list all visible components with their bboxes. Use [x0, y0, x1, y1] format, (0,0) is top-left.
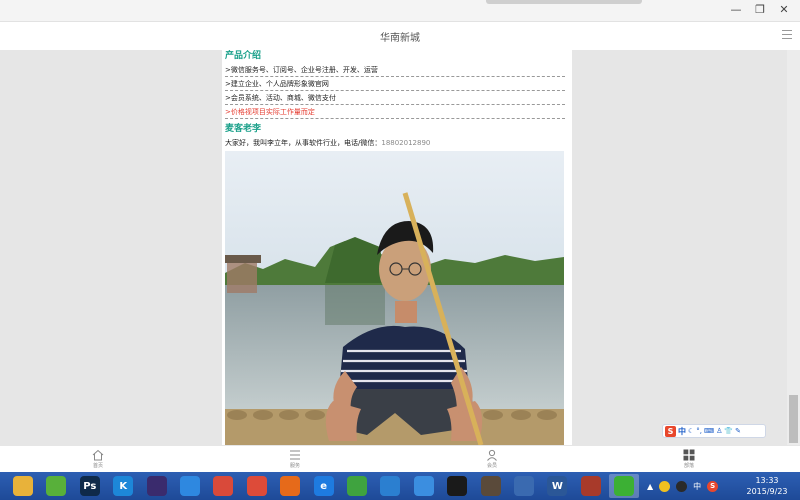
taskbar-app[interactable] — [509, 474, 539, 498]
nav-label: 首页 — [92, 463, 103, 469]
taskbar-app[interactable]: e — [309, 474, 339, 498]
wrench-icon[interactable]: ✎ — [735, 427, 741, 435]
product-list: >微信服务号、订阅号、企业号注册、开发、运营 >建立企业、个人品牌形象微官网 >… — [222, 63, 572, 119]
app-header: 华南新城 — [0, 22, 800, 50]
close-icon[interactable]: ✕ — [778, 3, 790, 17]
taskbar-app[interactable] — [142, 474, 172, 498]
ime-mode[interactable]: 中 — [678, 426, 686, 437]
firefox-icon — [280, 476, 301, 496]
taskbar-app[interactable] — [375, 474, 405, 498]
page-scrollbar[interactable] — [787, 50, 800, 445]
eye-app-icon — [447, 476, 468, 496]
ie-icon: e — [313, 476, 334, 496]
color-app-icon — [213, 476, 234, 496]
person-icon[interactable]: ♙ — [716, 427, 722, 435]
taskbar-app[interactable] — [41, 474, 71, 498]
product-item-price: >价格视项目实际工作量而定 — [225, 105, 565, 119]
gear-app-icon — [480, 476, 501, 496]
green-app-icon — [46, 476, 67, 496]
taskbar-app[interactable] — [342, 474, 372, 498]
kugou-icon: K — [113, 476, 134, 496]
word-icon: W — [547, 476, 568, 496]
product-item: >建立企业、个人品牌形象微官网 — [225, 77, 565, 91]
menu-icon[interactable] — [782, 30, 792, 39]
arrow-app-icon — [347, 476, 367, 496]
clock-date: 2015/9/23 — [746, 487, 788, 496]
product-item: >会员系统、活动、商城、微信支付 — [225, 91, 565, 105]
product-item: >微信服务号、订阅号、企业号注册、开发、运营 — [225, 63, 565, 77]
taskbar-app[interactable] — [442, 474, 472, 498]
taskbar-app[interactable] — [609, 474, 640, 498]
taskbar: Ps Ke W ▲ 中 S 13:33 2015/9/23 — [0, 472, 800, 500]
taskbar-app[interactable]: K — [108, 474, 138, 498]
shirt-icon[interactable]: 👕 — [724, 427, 733, 435]
photo-illustration — [225, 151, 564, 445]
file-explorer-icon — [13, 476, 33, 496]
system-tray: ▲ 中 S — [647, 472, 719, 500]
user-icon — [487, 449, 497, 461]
taskbar-app[interactable]: W — [542, 474, 572, 498]
taskbar-clock[interactable]: 13:33 2015/9/23 — [742, 475, 792, 497]
minimize-icon[interactable]: — — [730, 3, 742, 17]
tray-app-icon[interactable] — [659, 480, 671, 492]
monitor-app-icon — [514, 476, 534, 496]
taskbar-app[interactable] — [208, 474, 238, 498]
content-page: 产品介绍 >微信服务号、订阅号、企业号注册、开发、运营 >建立企业、个人品牌形象… — [222, 50, 572, 445]
nav-service[interactable]: 服务 — [275, 449, 315, 469]
clock-time: 13:33 — [755, 476, 779, 485]
taskbar-app[interactable] — [275, 474, 305, 498]
ghost-tab — [486, 0, 642, 4]
tray-expand-icon[interactable]: ▲ — [647, 482, 653, 491]
tray-sogou-icon[interactable]: S — [707, 480, 719, 492]
photoshop-icon: Ps — [79, 476, 100, 496]
window-titlebar: — ❐ ✕ — [0, 0, 800, 22]
eclipse-icon — [146, 476, 167, 496]
sogou-logo-icon[interactable]: S — [665, 425, 676, 437]
punctuation-icon[interactable]: °, — [696, 427, 702, 435]
home-icon — [92, 449, 104, 461]
profile-photo — [225, 151, 564, 445]
ime-toolbar[interactable]: S 中 ☾ °, ⌨ ♙ 👕 ✎ — [662, 424, 766, 438]
wechat-icon — [614, 476, 635, 496]
nav-tribe[interactable]: 部落 — [669, 449, 709, 469]
taskbar-app[interactable]: Ps — [75, 474, 105, 498]
phone-number: 18802012890 — [381, 139, 431, 147]
nav-home[interactable]: 首页 — [78, 449, 118, 469]
cloud-app-icon — [380, 476, 401, 496]
grid-icon — [683, 449, 695, 461]
tray-ime-mode[interactable]: 中 — [693, 481, 701, 492]
bottom-nav: 首页 服务 会员 部落 — [0, 445, 800, 472]
taskbar-app[interactable] — [409, 474, 439, 498]
tray-qq-icon[interactable] — [676, 480, 688, 492]
moon-icon[interactable]: ☾ — [688, 427, 694, 435]
pen-app-icon — [180, 476, 200, 496]
page-title: 华南新城 — [380, 33, 420, 44]
nav-label: 会员 — [486, 463, 497, 469]
nav-member[interactable]: 会员 — [472, 449, 512, 469]
house-app-icon — [580, 476, 601, 496]
restore-icon[interactable]: ❐ — [754, 3, 766, 17]
network-app-icon — [413, 476, 434, 496]
chrome-icon — [246, 476, 267, 496]
nav-label: 部落 — [683, 463, 694, 469]
intro-text: 大家好，我叫李立年，从事软件行业，电话/微信： — [225, 139, 382, 147]
products-heading: 产品介绍 — [225, 51, 262, 61]
nav-label: 服务 — [289, 463, 300, 469]
list-icon — [290, 450, 300, 460]
keyboard-icon[interactable]: ⌨ — [704, 427, 714, 435]
about-heading: 麦客老李 — [225, 124, 262, 134]
about-intro: 大家好，我叫李立年，从事软件行业，电话/微信：18802012890 — [222, 136, 572, 150]
taskbar-app[interactable] — [476, 474, 506, 498]
taskbar-app[interactable] — [242, 474, 272, 498]
scrollbar-thumb[interactable] — [789, 395, 798, 443]
taskbar-app[interactable] — [576, 474, 606, 498]
taskbar-app[interactable] — [8, 474, 38, 498]
window-controls: — ❐ ✕ — [730, 3, 790, 17]
taskbar-app[interactable] — [175, 474, 205, 498]
